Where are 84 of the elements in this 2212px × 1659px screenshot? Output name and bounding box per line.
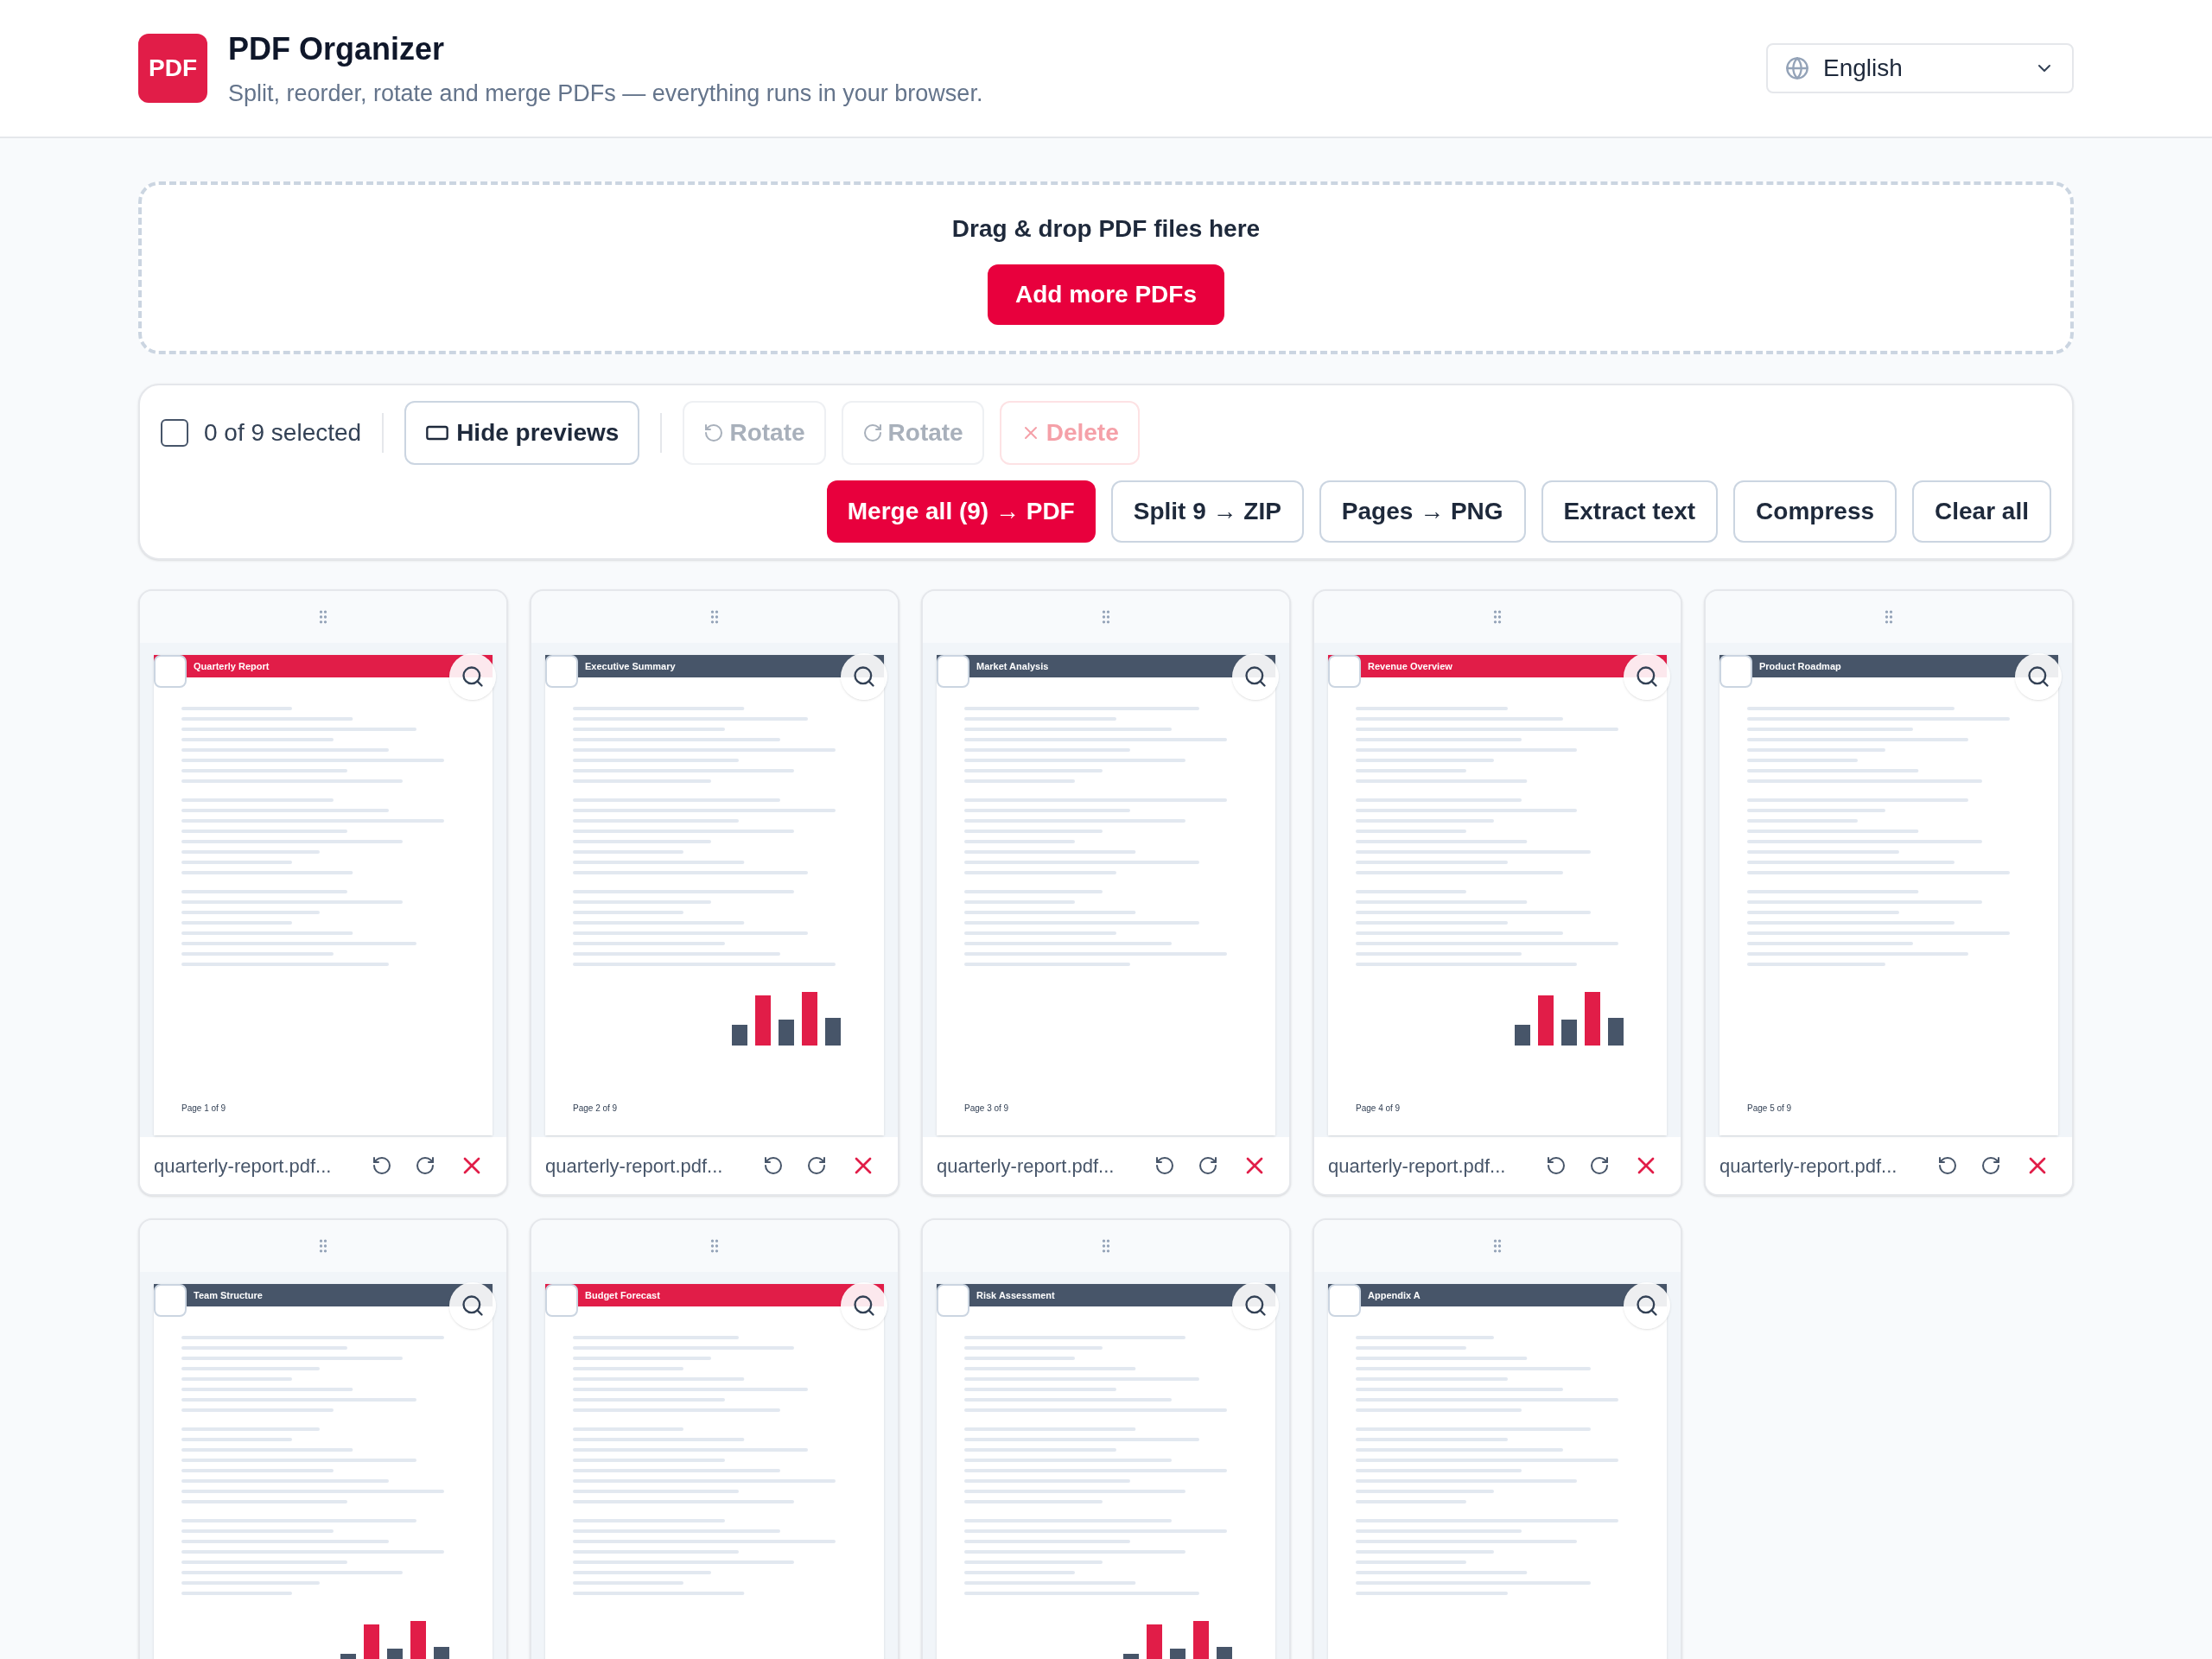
search-icon [461,664,485,689]
rotate-right-icon[interactable] [806,1155,827,1176]
page-heading: Product Roadmap [1759,659,1841,673]
drop-zone[interactable]: Drag & drop PDF files here Add more PDFs [138,181,2074,354]
page-checkbox[interactable] [1328,1284,1361,1317]
page-checkbox[interactable] [545,655,578,688]
search-icon [1635,664,1659,689]
search-icon [1243,664,1268,689]
page-number: Page 4 of 9 [1356,1103,1401,1115]
file-name: quarterly-report.pdf... [1328,1154,1507,1179]
zoom-button[interactable] [449,653,496,700]
rotate-right-icon[interactable] [415,1155,435,1176]
page-card[interactable]: Product Roadmap Page 5 of 9 quarterly-report.pdf... [1704,589,2074,1196]
page-heading: Appendix A [1368,1288,1421,1302]
page-card[interactable]: Budget Forecast [530,1218,899,1659]
rotate-left-icon[interactable] [372,1155,392,1176]
page-heading: Quarterly Report [194,659,270,673]
page-heading: Market Analysis [976,659,1049,673]
file-name: quarterly-report.pdf... [937,1154,1116,1179]
zoom-button[interactable] [841,653,887,700]
app-subtitle: Split, reorder, rotate and merge PDFs — everything runs in your browser. [228,79,983,108]
zoom-button[interactable] [1624,1282,1670,1329]
file-name: quarterly-report.pdf... [1719,1154,1898,1179]
select-all-checkbox[interactable] [161,419,188,447]
zoom-button[interactable] [1624,653,1670,700]
page-checkbox[interactable] [1719,655,1752,688]
rotate-left-icon [703,423,725,443]
search-icon [461,1294,485,1318]
page-heading: Executive Summary [585,659,676,673]
search-icon [2026,664,2050,689]
page-checkbox[interactable] [545,1284,578,1317]
action-button[interactable]: Extract text [1541,480,1719,543]
action-button[interactable]: Merge all (9) → PDF [826,480,1096,543]
page-heading: Revenue Overview [1368,659,1452,673]
page-number: Page 5 of 9 [1747,1103,1792,1115]
add-pdfs-button[interactable]: Add more PDFs [988,264,1224,325]
page-card[interactable]: Quarterly Report Page 1 of 9 quarterly-report.pdf... [138,589,508,1196]
language-select[interactable]: English [1766,43,2074,93]
rotate-left-icon[interactable] [1937,1155,1958,1176]
page-card[interactable]: Team Structure [138,1218,508,1659]
selection-count: 0 of 9 selected [204,418,362,448]
action-button[interactable]: Clear all [1912,480,2051,543]
app-title: PDF Organizer [228,29,446,68]
rotate-left-icon[interactable] [763,1155,784,1176]
page-heading: Risk Assessment [976,1288,1055,1302]
page-number: Page 3 of 9 [964,1103,1009,1115]
search-icon [1243,1294,1268,1318]
page-heading: Budget Forecast [585,1288,660,1302]
hide-previews-button[interactable]: Hide previews [404,401,640,465]
zoom-button[interactable] [449,1282,496,1329]
drop-prompt: Drag & drop PDF files here [951,214,1261,244]
page-card[interactable]: Appendix A [1313,1218,1682,1659]
page-card[interactable]: Risk Assessment [921,1218,1291,1659]
rotate-right-icon[interactable] [1198,1155,1218,1176]
zoom-button[interactable] [1232,653,1279,700]
zoom-button[interactable] [2015,653,2062,700]
page-card[interactable]: Executive Summary Page 2 of 9 quarterly-report.pdf... [530,589,899,1196]
search-icon [1635,1294,1659,1318]
action-button[interactable]: Compress [1733,480,1897,543]
zoom-button[interactable] [841,1282,887,1329]
globe-icon [1785,56,1809,80]
search-icon [852,664,876,689]
rotate-right-icon[interactable] [1589,1155,1610,1176]
page-number: Page 2 of 9 [573,1103,618,1115]
file-name: quarterly-report.pdf... [154,1154,333,1179]
search-icon [852,1294,876,1318]
page-checkbox[interactable] [1328,655,1361,688]
page-checkbox[interactable] [154,1284,187,1317]
rotate-right-icon[interactable] [1980,1155,2001,1176]
page-checkbox[interactable] [937,655,969,688]
app-logo: PDF [138,34,207,103]
file-name: quarterly-report.pdf... [545,1154,724,1179]
page-checkbox[interactable] [154,655,187,688]
page-heading: Team Structure [194,1288,263,1302]
page-number: Page 1 of 9 [181,1103,226,1115]
action-button[interactable]: Split 9 → ZIP [1110,480,1304,543]
page-checkbox[interactable] [937,1284,969,1317]
page-card[interactable]: Revenue Overview Page 4 of 9 quarterly-report.pdf... [1313,589,1682,1196]
page-card[interactable]: Market Analysis Page 3 of 9 quarterly-report.pdf... [921,589,1291,1196]
action-button[interactable]: Pages → PNG [1319,480,1526,543]
rotate-right-icon [861,423,883,443]
rotate-left-icon[interactable] [1154,1155,1175,1176]
rotate-left-icon[interactable] [1546,1155,1567,1176]
zoom-button[interactable] [1232,1282,1279,1329]
